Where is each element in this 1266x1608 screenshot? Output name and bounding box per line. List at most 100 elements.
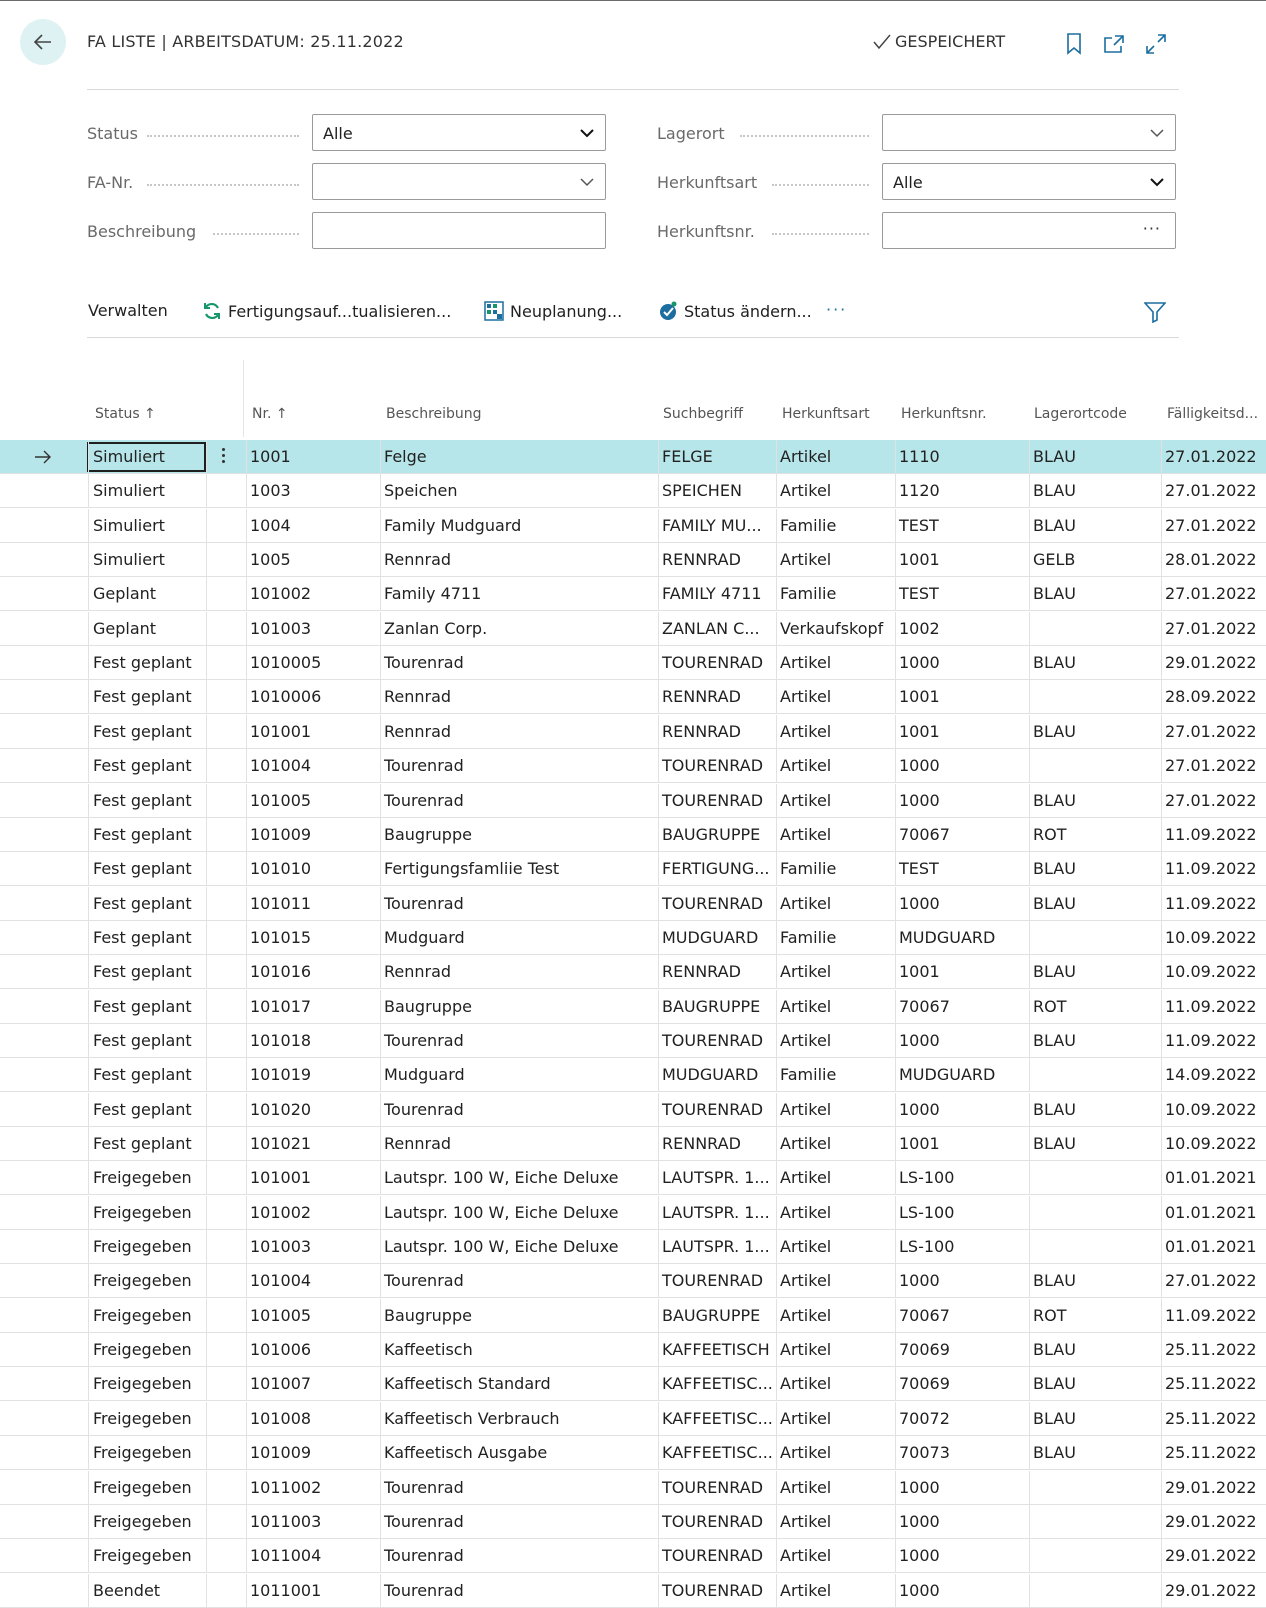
change-status-button[interactable]: Status ändern...	[658, 301, 812, 321]
table-row[interactable]: Fest geplant 101016 Rennrad RENNRAD Artikel 1…	[0, 955, 1266, 990]
cell-herkunftsart[interactable]: Familie	[776, 508, 895, 542]
cell-nr[interactable]: 1010006	[246, 680, 380, 714]
cell-herkunftsart[interactable]: Artikel	[776, 817, 895, 851]
cell-suchbegriff[interactable]: TOURENRAD	[658, 646, 776, 680]
bookmark-button[interactable]	[1061, 31, 1087, 57]
cell-suchbegriff[interactable]: LAUTSPR. 1...	[658, 1230, 776, 1264]
lookup-ellipsis-icon[interactable]: ···	[1143, 219, 1161, 238]
cell-nr[interactable]: 101006	[246, 1333, 380, 1367]
cell-suchbegriff[interactable]: TOURENRAD	[658, 1023, 776, 1057]
cell-herkunftsart[interactable]: Verkaufskopf	[776, 611, 895, 645]
cell-nr[interactable]: 101005	[246, 1298, 380, 1332]
cell-herkunftsart[interactable]: Artikel	[776, 886, 895, 920]
cell-herkunftsnr[interactable]: 1000	[895, 749, 1029, 783]
cell-lagerortcode[interactable]	[1029, 1195, 1161, 1229]
cell-herkunftsnr[interactable]: 1000	[895, 886, 1029, 920]
cell-beschreibung[interactable]: Baugruppe	[380, 989, 658, 1023]
cell-beschreibung[interactable]: Rennrad	[380, 955, 658, 989]
cell-herkunftsnr[interactable]: 1110	[895, 440, 1029, 473]
cell-herkunftsnr[interactable]: 70073	[895, 1436, 1029, 1470]
cell-status[interactable]: Fest geplant	[88, 1092, 206, 1126]
cell-herkunftsnr[interactable]: TEST	[895, 577, 1029, 611]
cell-status[interactable]: Fest geplant	[88, 714, 206, 748]
cell-status[interactable]: Fest geplant	[88, 920, 206, 954]
cell-beschreibung[interactable]: Kaffeetisch	[380, 1333, 658, 1367]
cell-status[interactable]: Freigegeben	[88, 1401, 206, 1435]
filter-icon[interactable]	[1144, 301, 1166, 323]
cell-nr[interactable]: 101004	[246, 1264, 380, 1298]
cell-faelligkeitsdatum[interactable]: 28.09.2022	[1161, 680, 1266, 714]
cell-lagerortcode[interactable]: ROT	[1029, 989, 1161, 1023]
cell-suchbegriff[interactable]: KAFFEETISC...	[658, 1401, 776, 1435]
table-row[interactable]: Freigegeben 101007 Kaffeetisch Standard KAF…	[0, 1367, 1266, 1402]
cell-herkunftsnr[interactable]: 1001	[895, 543, 1029, 577]
table-row[interactable]: Fest geplant 101009 Baugruppe BAUGRUPPE Arti…	[0, 817, 1266, 852]
cell-lagerortcode[interactable]: BLAU	[1029, 1401, 1161, 1435]
herkunftsart-filter-select[interactable]: Alle	[882, 163, 1176, 200]
cell-herkunftsart[interactable]: Artikel	[776, 989, 895, 1023]
cell-status[interactable]: Beendet	[88, 1573, 206, 1607]
cell-suchbegriff[interactable]: TOURENRAD	[658, 886, 776, 920]
cell-beschreibung[interactable]: Rennrad	[380, 543, 658, 577]
replan-button[interactable]: Neuplanung...	[484, 301, 622, 321]
lagerort-filter-select[interactable]	[882, 114, 1176, 151]
cell-lagerortcode[interactable]: ROT	[1029, 1298, 1161, 1332]
cell-suchbegriff[interactable]: TOURENRAD	[658, 1264, 776, 1298]
cell-suchbegriff[interactable]: FERTIGUNG...	[658, 852, 776, 886]
cell-herkunftsnr[interactable]: TEST	[895, 508, 1029, 542]
cell-faelligkeitsdatum[interactable]: 29.01.2022	[1161, 1470, 1266, 1504]
cell-status[interactable]: Simuliert	[88, 474, 206, 508]
cell-nr[interactable]: 1011001	[246, 1573, 380, 1607]
cell-nr[interactable]: 101001	[246, 714, 380, 748]
cell-lagerortcode[interactable]: BLAU	[1029, 1367, 1161, 1401]
cell-lagerortcode[interactable]	[1029, 1504, 1161, 1538]
cell-beschreibung[interactable]: Speichen	[380, 474, 658, 508]
cell-suchbegriff[interactable]: SPEICHEN	[658, 474, 776, 508]
table-row[interactable]: Fest geplant 101011 Tourenrad TOURENRAD Arti…	[0, 886, 1266, 921]
cell-herkunftsnr[interactable]: 1000	[895, 1264, 1029, 1298]
cell-beschreibung[interactable]: Mudguard	[380, 920, 658, 954]
cell-beschreibung[interactable]: Tourenrad	[380, 1470, 658, 1504]
cell-lagerortcode[interactable]: BLAU	[1029, 1264, 1161, 1298]
cell-herkunftsart[interactable]: Artikel	[776, 1161, 895, 1195]
cell-herkunftsart[interactable]: Familie	[776, 920, 895, 954]
cell-beschreibung[interactable]: Tourenrad	[380, 1573, 658, 1607]
cell-lagerortcode[interactable]	[1029, 1058, 1161, 1092]
status-filter-select[interactable]: Alle	[312, 114, 606, 151]
cell-faelligkeitsdatum[interactable]: 01.01.2021	[1161, 1230, 1266, 1264]
cell-herkunftsart[interactable]: Artikel	[776, 1195, 895, 1229]
cell-herkunftsnr[interactable]: 1001	[895, 714, 1029, 748]
cell-faelligkeitsdatum[interactable]: 27.01.2022	[1161, 1264, 1266, 1298]
cell-lagerortcode[interactable]: BLAU	[1029, 577, 1161, 611]
cell-herkunftsart[interactable]: Artikel	[776, 1436, 895, 1470]
verwalten-menu[interactable]: Verwalten	[88, 301, 168, 320]
cell-suchbegriff[interactable]: BAUGRUPPE	[658, 817, 776, 851]
cell-faelligkeitsdatum[interactable]: 27.01.2022	[1161, 440, 1266, 473]
table-row[interactable]: Fest geplant 101020 Tourenrad TOURENRAD Arti…	[0, 1092, 1266, 1127]
cell-beschreibung[interactable]: Tourenrad	[380, 1092, 658, 1126]
cell-nr[interactable]: 101016	[246, 955, 380, 989]
cell-faelligkeitsdatum[interactable]: 11.09.2022	[1161, 886, 1266, 920]
cell-nr[interactable]: 1011003	[246, 1504, 380, 1538]
cell-lagerortcode[interactable]	[1029, 1573, 1161, 1607]
cell-faelligkeitsdatum[interactable]: 25.11.2022	[1161, 1436, 1266, 1470]
cell-herkunftsart[interactable]: Artikel	[776, 783, 895, 817]
cell-suchbegriff[interactable]: TOURENRAD	[658, 1092, 776, 1126]
cell-lagerortcode[interactable]: BLAU	[1029, 646, 1161, 680]
table-row[interactable]: Fest geplant 101018 Tourenrad TOURENRAD Arti…	[0, 1023, 1266, 1058]
cell-faelligkeitsdatum[interactable]: 27.01.2022	[1161, 783, 1266, 817]
cell-herkunftsnr[interactable]: MUDGUARD	[895, 920, 1029, 954]
cell-faelligkeitsdatum[interactable]: 25.11.2022	[1161, 1401, 1266, 1435]
cell-beschreibung[interactable]: Felge	[380, 440, 658, 473]
cell-beschreibung[interactable]: Tourenrad	[380, 886, 658, 920]
cell-status[interactable]: Freigegeben	[88, 1161, 206, 1195]
back-button[interactable]	[20, 19, 66, 65]
cell-herkunftsnr[interactable]: 70069	[895, 1333, 1029, 1367]
cell-suchbegriff[interactable]: BAUGRUPPE	[658, 1298, 776, 1332]
cell-status[interactable]: Geplant	[88, 611, 206, 645]
table-row[interactable]: Freigegeben 1011004 Tourenrad TOURENRAD Arti…	[0, 1539, 1266, 1574]
cell-herkunftsart[interactable]: Artikel	[776, 1264, 895, 1298]
table-row[interactable]: Geplant 101003 Zanlan Corp. ZANLAN C... Verk…	[0, 611, 1266, 646]
cell-herkunftsnr[interactable]: 1000	[895, 646, 1029, 680]
cell-status[interactable]: Freigegeben	[88, 1333, 206, 1367]
